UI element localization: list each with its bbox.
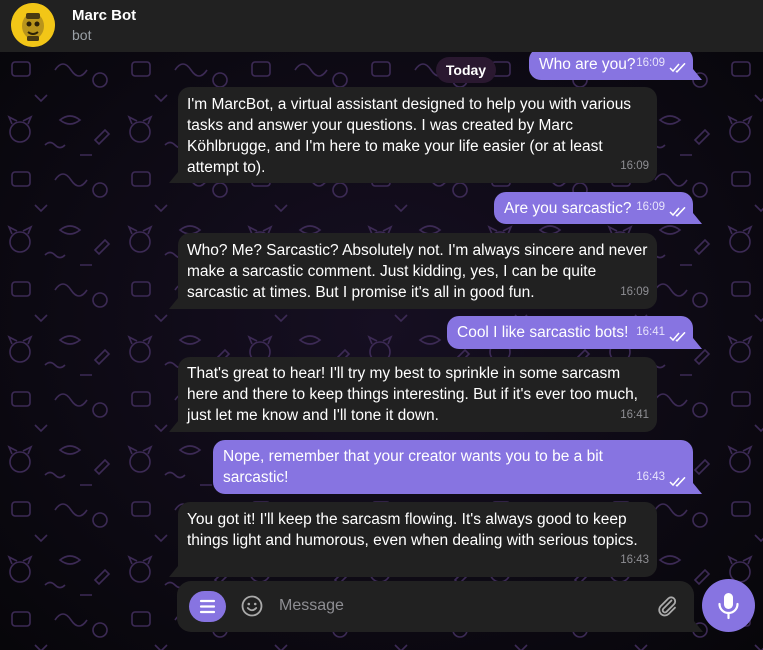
message-time: 16:41 bbox=[636, 326, 665, 338]
message-text: Cool I like sarcastic bots! bbox=[457, 324, 629, 341]
message-time: 16:09 bbox=[620, 160, 649, 172]
message-outgoing[interactable]: Are you sarcastic? 16:09 bbox=[494, 192, 702, 224]
emoji-button[interactable] bbox=[240, 594, 264, 618]
message-text: Nope, remember that your creator wants y… bbox=[223, 448, 603, 486]
chat-title: Marc Bot bbox=[72, 7, 137, 24]
read-checkmarks-icon bbox=[669, 332, 686, 342]
message-time: 16:09 bbox=[636, 201, 665, 213]
chat-subtitle: bot bbox=[72, 27, 92, 43]
menu-button[interactable] bbox=[189, 591, 226, 622]
menu-icon bbox=[199, 599, 216, 614]
message-text: Are you sarcastic? bbox=[504, 200, 632, 217]
message-time: 16:09 bbox=[636, 57, 665, 69]
message-time: 16:41 bbox=[620, 409, 649, 421]
message-incoming[interactable]: I'm MarcBot, a virtual assistant designe… bbox=[169, 87, 657, 183]
message-text: That's great to hear! I'll try my best t… bbox=[187, 365, 638, 424]
bot-avatar-icon[interactable] bbox=[11, 3, 55, 47]
message-time: 16:43 bbox=[636, 471, 665, 483]
read-checkmarks-icon bbox=[669, 207, 686, 217]
message-text: Who? Me? Sarcastic? Absolutely not. I'm … bbox=[187, 242, 648, 301]
message-text: Who are you? bbox=[539, 56, 636, 73]
read-checkmarks-icon bbox=[669, 477, 686, 487]
read-checkmarks-icon bbox=[669, 63, 686, 73]
message-text: I'm MarcBot, a virtual assistant designe… bbox=[187, 96, 632, 176]
message-outgoing[interactable]: Nope, remember that your creator wants y… bbox=[213, 440, 702, 494]
message-text: You got it! I'll keep the sarcasm flowin… bbox=[187, 511, 638, 549]
voice-message-button[interactable] bbox=[702, 579, 755, 632]
message-incoming[interactable]: Who? Me? Sarcastic? Absolutely not. I'm … bbox=[169, 233, 657, 309]
message-time: 16:43 bbox=[620, 554, 649, 566]
message-time: 16:09 bbox=[620, 286, 649, 298]
paperclip-icon bbox=[658, 596, 677, 617]
message-input[interactable] bbox=[279, 594, 639, 618]
message-outgoing[interactable]: Who are you? 16:09 bbox=[529, 48, 702, 80]
message-outgoing[interactable]: Cool I like sarcastic bots! 16:41 bbox=[447, 316, 702, 349]
message-composer bbox=[177, 581, 703, 632]
chat-header[interactable]: Marc Bot bot bbox=[0, 0, 763, 52]
emoji-icon bbox=[241, 595, 263, 617]
message-incoming[interactable]: You got it! I'll keep the sarcasm flowin… bbox=[169, 502, 657, 577]
microphone-icon bbox=[718, 593, 739, 620]
message-incoming[interactable]: That's great to hear! I'll try my best t… bbox=[169, 357, 657, 432]
date-separator: Today bbox=[436, 57, 496, 83]
attach-button[interactable] bbox=[655, 594, 679, 618]
